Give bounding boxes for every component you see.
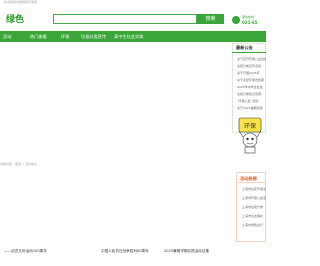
- nav-item-waste[interactable]: 垃圾分类宣传: [81, 31, 106, 42]
- nav-item-env[interactable]: 环保: [61, 31, 69, 42]
- notice-item[interactable]: 关于开展2025年: [237, 71, 266, 75]
- activity-item[interactable]: 上海市环保公益活动: [242, 196, 266, 200]
- notice-item[interactable]: 关于2025暑期实践: [237, 106, 266, 110]
- hotline-number: 021-65: [242, 20, 258, 25]
- top-welcome-text: 欢迎来到中国绿色环保网: [4, 0, 38, 4]
- notice-item[interactable]: 关于表彰环保志愿者: [237, 78, 266, 82]
- mascot-illustration: 环保: [238, 117, 262, 154]
- nav-item-practice[interactable]: 高中生社会实践: [114, 31, 143, 42]
- notice-item[interactable]: 2025年中学生社会: [237, 85, 266, 89]
- ticker-item[interactable]: 2025暑假学期实践活动征集: [164, 249, 209, 254]
- activity-item[interactable]: 上海市绿色出行: [242, 223, 266, 227]
- notice-divider: [232, 52, 266, 53]
- notice-title: 最新公告: [236, 45, 253, 50]
- activity-item[interactable]: 上海市生态保护: [242, 214, 266, 218]
- nav-item-activity[interactable]: 活动: [3, 31, 11, 42]
- breadcrumb: 当前位置：首页 > 活动中心: [0, 162, 38, 166]
- main-nav: 活动 热门查看 环保 垃圾分类宣传 高中生社会实践: [0, 31, 266, 42]
- activity-item[interactable]: 上海市社区环保活动: [242, 187, 266, 191]
- activity-divider: [236, 182, 266, 183]
- notice-item[interactable]: 垃圾分类知识竞赛: [237, 92, 266, 96]
- activity-item[interactable]: 上海市垃圾分类: [242, 205, 266, 209]
- notice-item[interactable]: 关于召开环保公益活动: [237, 57, 266, 61]
- ticker-item[interactable]: 中国人民抗日战争胜利80周年: [101, 249, 149, 254]
- notice-item[interactable]: 垃圾分类宣传活动: [237, 64, 266, 68]
- phone-icon: [232, 16, 240, 24]
- hotline: 服务热线 021-65: [232, 14, 266, 26]
- logo-text: 绿色: [6, 15, 25, 25]
- nav-item-hot[interactable]: 热门查看: [30, 31, 47, 42]
- hotline-label: 服务热线: [242, 15, 255, 19]
- search-input[interactable]: [53, 14, 197, 24]
- notice-item[interactable]: “环保公益”活动: [237, 99, 266, 103]
- ticker-item[interactable]: ——纪念五卅运动100周年: [4, 249, 47, 254]
- mascot-sign-text: 环保: [244, 122, 256, 130]
- search-button[interactable]: 搜索: [197, 14, 224, 24]
